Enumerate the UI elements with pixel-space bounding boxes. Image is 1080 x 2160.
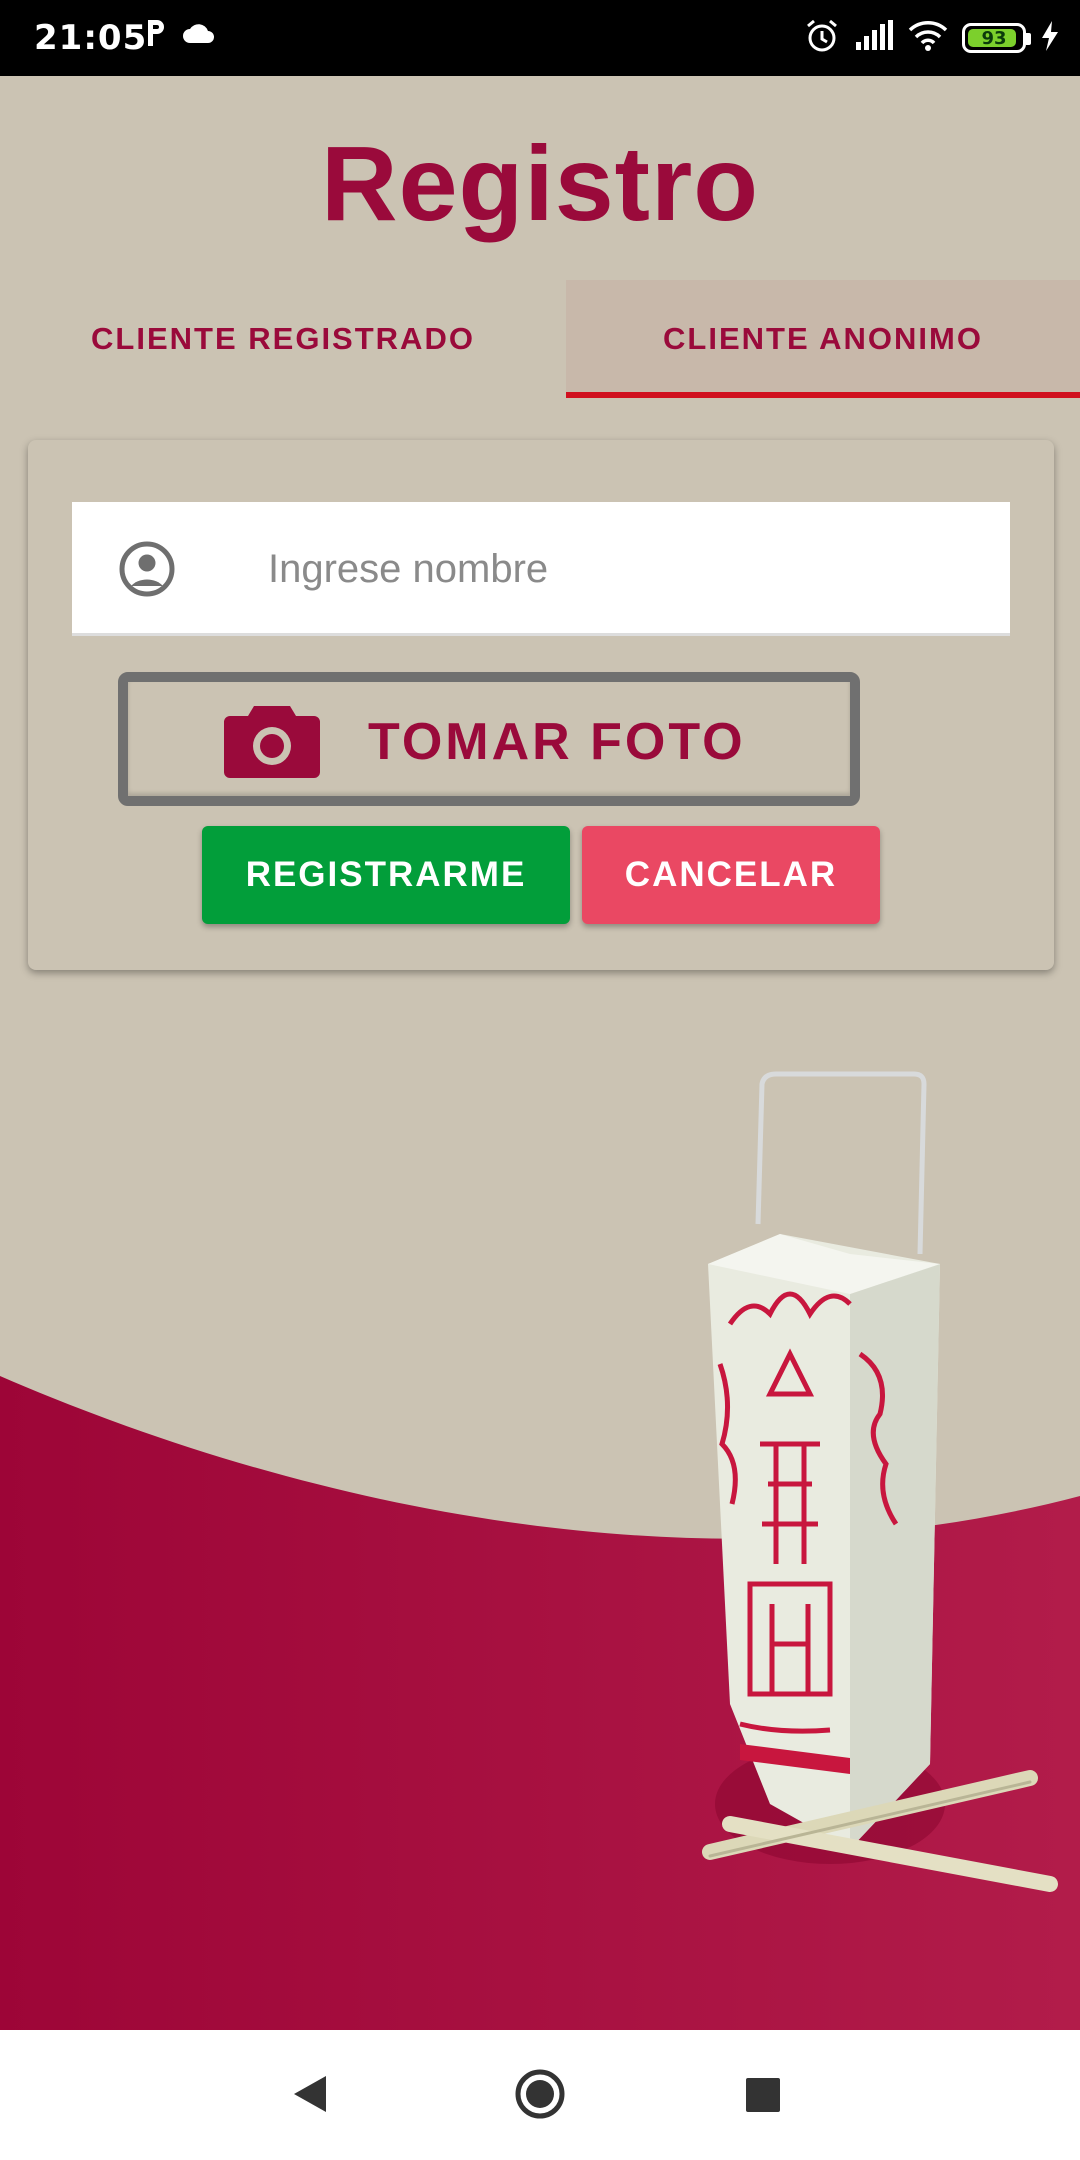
registration-card: TOMAR FOTO REGISTRARME CANCELAR <box>28 440 1054 970</box>
battery-percent: 93 <box>981 27 1007 49</box>
status-right-icons: 93 <box>804 16 1060 60</box>
wifi-icon <box>908 20 948 57</box>
page-title: Registro <box>321 125 759 243</box>
camera-icon <box>224 702 320 778</box>
take-photo-button[interactable]: TOMAR FOTO <box>118 672 860 806</box>
name-field <box>72 502 1010 636</box>
recents-icon[interactable] <box>746 2078 780 2112</box>
status-time: 21:05 <box>34 18 148 58</box>
status-bar: 21:05 93 <box>0 0 1080 76</box>
cancel-button[interactable]: CANCELAR <box>582 826 880 924</box>
parking-icon <box>144 18 168 53</box>
take-photo-label: TOMAR FOTO <box>368 713 746 771</box>
name-input[interactable] <box>268 532 968 606</box>
home-icon[interactable] <box>514 2068 566 2125</box>
tab-cliente-anonimo[interactable]: CLIENTE ANONIMO <box>566 280 1080 398</box>
user-circle-icon <box>118 540 176 598</box>
system-nav-bar <box>0 2030 1080 2160</box>
alarm-icon <box>804 18 840 59</box>
back-icon[interactable] <box>292 2074 328 2119</box>
tab-cliente-registrado[interactable]: CLIENTE REGISTRADO <box>0 280 566 398</box>
signal-icon <box>854 19 894 57</box>
charging-icon <box>1040 20 1060 56</box>
app-screen: Registro CLIENTE REGISTRADO CLIENTE ANON… <box>0 76 1080 2030</box>
takeout-box-illustration <box>702 1071 1058 1892</box>
tab-bar: CLIENTE REGISTRADO CLIENTE ANONIMO <box>0 280 1080 398</box>
register-button[interactable]: REGISTRARME <box>202 826 570 924</box>
battery-icon: 93 <box>962 23 1031 53</box>
cloud-icon <box>182 21 216 50</box>
tab-selected-indicator <box>566 392 1080 398</box>
status-left-icons <box>144 18 216 53</box>
